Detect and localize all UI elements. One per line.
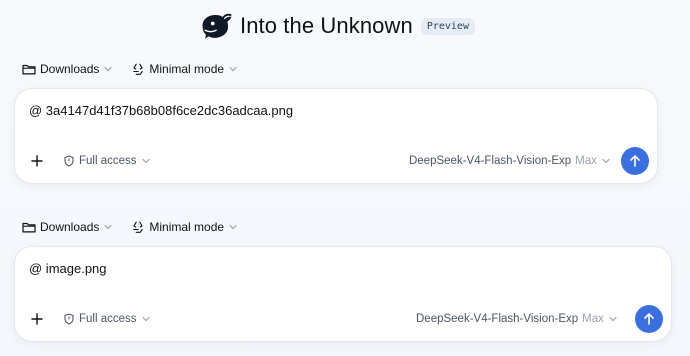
- model-label: DeepSeek-V4-Flash-Vision-Exp: [409, 155, 572, 167]
- access-label: Full access: [79, 313, 137, 325]
- app-window: Into the Unknown Preview Downloads Minim…: [0, 0, 690, 356]
- folder-selector[interactable]: Downloads: [22, 220, 113, 234]
- composer-controls: Full access DeepSeek-V4-Flash-Vision-Exp…: [15, 147, 657, 175]
- effort-label: Max: [582, 313, 604, 325]
- composer-1: @ 3a4147d41f37b68b08f6ce2dc36adcaa.png F…: [14, 88, 658, 184]
- chevron-down-icon: [141, 158, 150, 164]
- preview-badge: Preview: [420, 17, 475, 35]
- plus-icon: [31, 155, 43, 167]
- send-button[interactable]: [621, 147, 649, 175]
- folder-label: Downloads: [40, 220, 100, 234]
- composer-controls: Full access DeepSeek-V4-Flash-Vision-Exp…: [15, 305, 671, 333]
- chevron-down-icon: [104, 224, 112, 230]
- chevron-down-icon: [602, 158, 610, 164]
- access-selector[interactable]: Full access: [63, 305, 151, 333]
- folder-label: Downloads: [40, 62, 100, 76]
- mode-selector[interactable]: Minimal mode: [131, 220, 238, 234]
- model-selector[interactable]: DeepSeek-V4-Flash-Vision-Exp Max: [409, 147, 611, 175]
- app-title: Into the Unknown: [240, 13, 413, 38]
- folder-selector[interactable]: Downloads: [22, 62, 113, 76]
- model-selector[interactable]: DeepSeek-V4-Flash-Vision-Exp Max: [416, 305, 618, 333]
- prompt-input[interactable]: @ 3a4147d41f37b68b08f6ce2dc36adcaa.png: [29, 103, 293, 118]
- attach-button[interactable]: [23, 305, 51, 333]
- attach-button[interactable]: [23, 147, 51, 175]
- folder-icon: [22, 222, 36, 233]
- chevron-down-icon: [141, 316, 150, 322]
- access-selector[interactable]: Full access: [63, 147, 151, 175]
- prompt-input[interactable]: @ image.png: [29, 261, 107, 276]
- model-label: DeepSeek-V4-Flash-Vision-Exp: [416, 313, 579, 325]
- composer-1-toolbar: Downloads Minimal mode: [22, 62, 238, 76]
- mode-selector[interactable]: Minimal mode: [131, 62, 238, 76]
- send-button[interactable]: [635, 305, 663, 333]
- app-header: Into the Unknown Preview: [200, 10, 475, 42]
- arrow-up-icon: [630, 155, 640, 167]
- chevron-down-icon: [229, 66, 237, 72]
- shield-icon: [64, 155, 74, 167]
- arrow-up-icon: [644, 313, 654, 325]
- folder-icon: [22, 64, 36, 75]
- chevron-down-icon: [229, 224, 237, 230]
- mode-label: Minimal mode: [149, 62, 225, 76]
- chevron-down-icon: [609, 316, 617, 322]
- composer-2: @ image.png Full access DeepSeek-V4-Flas…: [14, 246, 672, 342]
- effort-label: Max: [575, 155, 597, 167]
- composer-2-toolbar: Downloads Minimal mode: [22, 220, 238, 234]
- access-label: Full access: [79, 155, 137, 167]
- whale-logo-icon: [202, 13, 232, 39]
- shield-icon: [64, 313, 74, 325]
- recycle-icon: [133, 63, 144, 75]
- chevron-down-icon: [104, 66, 112, 72]
- plus-icon: [31, 313, 43, 325]
- recycle-icon: [133, 221, 144, 233]
- mode-label: Minimal mode: [149, 220, 225, 234]
